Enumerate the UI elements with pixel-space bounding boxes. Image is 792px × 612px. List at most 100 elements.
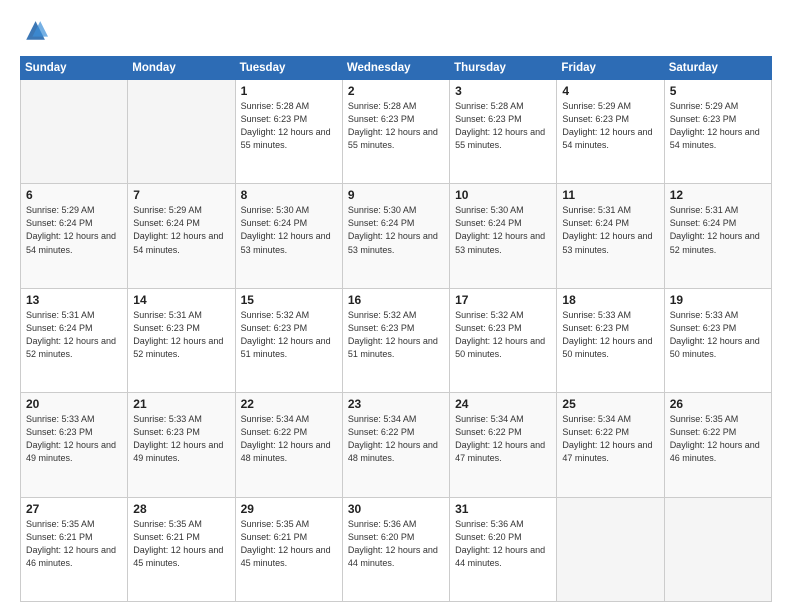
calendar-cell xyxy=(128,80,235,184)
day-number: 10 xyxy=(455,188,551,202)
day-number: 8 xyxy=(241,188,337,202)
day-number: 14 xyxy=(133,293,229,307)
calendar-cell: 15 Sunrise: 5:32 AM Sunset: 6:23 PM Dayli… xyxy=(235,288,342,392)
day-number: 9 xyxy=(348,188,444,202)
day-number: 12 xyxy=(670,188,766,202)
day-info: Sunrise: 5:28 AM Sunset: 6:23 PM Dayligh… xyxy=(348,100,444,152)
calendar-cell: 22 Sunrise: 5:34 AM Sunset: 6:22 PM Dayli… xyxy=(235,393,342,497)
day-info: Sunrise: 5:29 AM Sunset: 6:24 PM Dayligh… xyxy=(133,204,229,256)
calendar-cell: 19 Sunrise: 5:33 AM Sunset: 6:23 PM Dayli… xyxy=(664,288,771,392)
day-number: 22 xyxy=(241,397,337,411)
calendar-cell: 23 Sunrise: 5:34 AM Sunset: 6:22 PM Dayli… xyxy=(342,393,449,497)
day-info: Sunrise: 5:33 AM Sunset: 6:23 PM Dayligh… xyxy=(670,309,766,361)
calendar-week-4: 20Sunrise: 5:33 AM Sunset: 6:23 PM Dayli… xyxy=(21,393,772,497)
calendar-week-1: 1Sunrise: 5:28 AM Sunset: 6:23 PM Daylig… xyxy=(21,80,772,184)
calendar-cell: 4 Sunrise: 5:29 AM Sunset: 6:23 PM Daylig… xyxy=(557,80,664,184)
day-number: 15 xyxy=(241,293,337,307)
day-info: Sunrise: 5:35 AM Sunset: 6:21 PM Dayligh… xyxy=(26,518,122,570)
day-info: Sunrise: 5:29 AM Sunset: 6:23 PM Dayligh… xyxy=(670,100,766,152)
day-info: Sunrise: 5:32 AM Sunset: 6:23 PM Dayligh… xyxy=(348,309,444,361)
calendar-cell: 10 Sunrise: 5:30 AM Sunset: 6:24 PM Dayli… xyxy=(450,184,557,288)
day-info: Sunrise: 5:28 AM Sunset: 6:23 PM Dayligh… xyxy=(241,100,337,152)
day-info: Sunrise: 5:34 AM Sunset: 6:22 PM Dayligh… xyxy=(348,413,444,465)
day-number: 5 xyxy=(670,84,766,98)
day-number: 21 xyxy=(133,397,229,411)
calendar-cell: 13 Sunrise: 5:31 AM Sunset: 6:24 PM Dayli… xyxy=(21,288,128,392)
calendar-cell: 20Sunrise: 5:33 AM Sunset: 6:23 PM Dayli… xyxy=(21,393,128,497)
calendar-cell: 2 Sunrise: 5:28 AM Sunset: 6:23 PM Daylig… xyxy=(342,80,449,184)
calendar-cell: 29Sunrise: 5:35 AM Sunset: 6:21 PM Dayli… xyxy=(235,497,342,601)
day-info: Sunrise: 5:34 AM Sunset: 6:22 PM Dayligh… xyxy=(455,413,551,465)
calendar-cell: 25Sunrise: 5:34 AM Sunset: 6:22 PM Dayli… xyxy=(557,393,664,497)
header xyxy=(20,18,772,46)
calendar-cell: 5 Sunrise: 5:29 AM Sunset: 6:23 PM Daylig… xyxy=(664,80,771,184)
day-number: 6 xyxy=(26,188,122,202)
calendar-header-row: SundayMondayTuesdayWednesdayThursdayFrid… xyxy=(21,57,772,80)
day-number: 11 xyxy=(562,188,658,202)
calendar-cell: 11 Sunrise: 5:31 AM Sunset: 6:24 PM Dayli… xyxy=(557,184,664,288)
day-number: 2 xyxy=(348,84,444,98)
day-info: Sunrise: 5:31 AM Sunset: 6:24 PM Dayligh… xyxy=(562,204,658,256)
day-number: 30 xyxy=(348,502,444,516)
calendar-cell: 28Sunrise: 5:35 AM Sunset: 6:21 PM Dayli… xyxy=(128,497,235,601)
calendar-cell: 30 Sunrise: 5:36 AM Sunset: 6:20 PM Dayli… xyxy=(342,497,449,601)
logo-icon xyxy=(20,18,48,46)
day-number: 27 xyxy=(26,502,122,516)
day-number: 23 xyxy=(348,397,444,411)
day-info: Sunrise: 5:31 AM Sunset: 6:23 PM Dayligh… xyxy=(133,309,229,361)
weekday-header-friday: Friday xyxy=(557,57,664,80)
calendar-cell xyxy=(664,497,771,601)
weekday-header-tuesday: Tuesday xyxy=(235,57,342,80)
day-number: 13 xyxy=(26,293,122,307)
day-info: Sunrise: 5:32 AM Sunset: 6:23 PM Dayligh… xyxy=(455,309,551,361)
calendar-cell: 16Sunrise: 5:32 AM Sunset: 6:23 PM Dayli… xyxy=(342,288,449,392)
calendar-cell: 8 Sunrise: 5:30 AM Sunset: 6:24 PM Daylig… xyxy=(235,184,342,288)
calendar-cell: 18 Sunrise: 5:33 AM Sunset: 6:23 PM Dayli… xyxy=(557,288,664,392)
day-number: 24 xyxy=(455,397,551,411)
day-info: Sunrise: 5:29 AM Sunset: 6:24 PM Dayligh… xyxy=(26,204,122,256)
day-info: Sunrise: 5:36 AM Sunset: 6:20 PM Dayligh… xyxy=(348,518,444,570)
day-info: Sunrise: 5:34 AM Sunset: 6:22 PM Dayligh… xyxy=(241,413,337,465)
calendar-cell xyxy=(21,80,128,184)
calendar-cell: 3Sunrise: 5:28 AM Sunset: 6:23 PM Daylig… xyxy=(450,80,557,184)
day-info: Sunrise: 5:32 AM Sunset: 6:23 PM Dayligh… xyxy=(241,309,337,361)
calendar-cell: 27 Sunrise: 5:35 AM Sunset: 6:21 PM Dayli… xyxy=(21,497,128,601)
day-info: Sunrise: 5:33 AM Sunset: 6:23 PM Dayligh… xyxy=(133,413,229,465)
calendar-cell: 7 Sunrise: 5:29 AM Sunset: 6:24 PM Daylig… xyxy=(128,184,235,288)
day-info: Sunrise: 5:31 AM Sunset: 6:24 PM Dayligh… xyxy=(26,309,122,361)
calendar-cell: 26Sunrise: 5:35 AM Sunset: 6:22 PM Dayli… xyxy=(664,393,771,497)
page: SundayMondayTuesdayWednesdayThursdayFrid… xyxy=(0,0,792,612)
calendar-cell: 6 Sunrise: 5:29 AM Sunset: 6:24 PM Daylig… xyxy=(21,184,128,288)
weekday-header-wednesday: Wednesday xyxy=(342,57,449,80)
day-number: 26 xyxy=(670,397,766,411)
weekday-header-monday: Monday xyxy=(128,57,235,80)
day-number: 29 xyxy=(241,502,337,516)
day-info: Sunrise: 5:36 AM Sunset: 6:20 PM Dayligh… xyxy=(455,518,551,570)
weekday-header-sunday: Sunday xyxy=(21,57,128,80)
day-number: 17 xyxy=(455,293,551,307)
calendar-cell xyxy=(557,497,664,601)
calendar-week-5: 27 Sunrise: 5:35 AM Sunset: 6:21 PM Dayli… xyxy=(21,497,772,601)
calendar-cell: 17 Sunrise: 5:32 AM Sunset: 6:23 PM Dayli… xyxy=(450,288,557,392)
day-info: Sunrise: 5:29 AM Sunset: 6:23 PM Dayligh… xyxy=(562,100,658,152)
calendar-week-2: 6 Sunrise: 5:29 AM Sunset: 6:24 PM Daylig… xyxy=(21,184,772,288)
day-info: Sunrise: 5:30 AM Sunset: 6:24 PM Dayligh… xyxy=(455,204,551,256)
calendar-week-3: 13 Sunrise: 5:31 AM Sunset: 6:24 PM Dayli… xyxy=(21,288,772,392)
calendar-cell: 12 Sunrise: 5:31 AM Sunset: 6:24 PM Dayli… xyxy=(664,184,771,288)
weekday-header-saturday: Saturday xyxy=(664,57,771,80)
calendar-cell: 1Sunrise: 5:28 AM Sunset: 6:23 PM Daylig… xyxy=(235,80,342,184)
day-info: Sunrise: 5:33 AM Sunset: 6:23 PM Dayligh… xyxy=(562,309,658,361)
day-info: Sunrise: 5:30 AM Sunset: 6:24 PM Dayligh… xyxy=(348,204,444,256)
day-number: 18 xyxy=(562,293,658,307)
day-number: 7 xyxy=(133,188,229,202)
weekday-header-thursday: Thursday xyxy=(450,57,557,80)
day-info: Sunrise: 5:31 AM Sunset: 6:24 PM Dayligh… xyxy=(670,204,766,256)
calendar-cell: 14 Sunrise: 5:31 AM Sunset: 6:23 PM Dayli… xyxy=(128,288,235,392)
day-number: 4 xyxy=(562,84,658,98)
day-number: 25 xyxy=(562,397,658,411)
day-info: Sunrise: 5:28 AM Sunset: 6:23 PM Dayligh… xyxy=(455,100,551,152)
day-number: 19 xyxy=(670,293,766,307)
calendar-table: SundayMondayTuesdayWednesdayThursdayFrid… xyxy=(20,56,772,602)
day-number: 31 xyxy=(455,502,551,516)
day-info: Sunrise: 5:30 AM Sunset: 6:24 PM Dayligh… xyxy=(241,204,337,256)
